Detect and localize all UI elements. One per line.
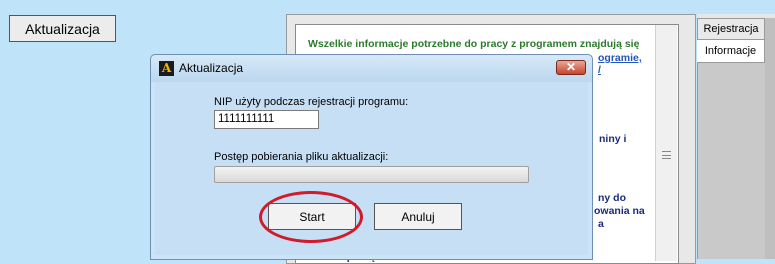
close-icon: ✕ <box>565 60 577 74</box>
progress-label: Postęp pobierania pliku aktualizacji: <box>214 151 389 163</box>
nip-input[interactable]: 1111111111 <box>214 110 319 129</box>
info-text-fragment: ny do <box>598 192 626 204</box>
dialog-title: Aktualizacja <box>179 61 244 75</box>
aktualizacja-button[interactable]: Aktualizacja <box>9 15 116 42</box>
info-link-fragment[interactable]: ogramie, <box>598 52 642 65</box>
info-text-line: Wszelkie informacje potrzebne do pracy z… <box>308 38 640 50</box>
highlight-circle <box>259 191 363 243</box>
info-link-fragment-2[interactable]: / <box>598 64 601 77</box>
tab-content-edge <box>697 63 775 259</box>
app-logo-icon: A <box>159 61 174 76</box>
info-scrollbar[interactable] <box>655 25 677 261</box>
download-progress-bar <box>214 166 529 183</box>
nip-label: NIP użyty podczas rejestracji programu: <box>214 96 409 108</box>
tab-informacje[interactable]: Informacje <box>697 39 765 63</box>
tab-rejestracja[interactable]: Rejestracja <box>697 18 765 40</box>
dialog-titlebar[interactable]: A Aktualizacja ✕ <box>151 55 592 82</box>
info-text-fragment: owania na <box>594 205 645 217</box>
info-text-fragment: niny i <box>599 133 627 145</box>
info-text-fragment: a <box>598 218 604 230</box>
close-button[interactable]: ✕ <box>556 60 586 75</box>
scrollbar-grip-icon[interactable] <box>662 151 671 159</box>
tabs-right-edge <box>765 18 775 259</box>
cancel-button[interactable]: Anuluj <box>374 203 462 230</box>
